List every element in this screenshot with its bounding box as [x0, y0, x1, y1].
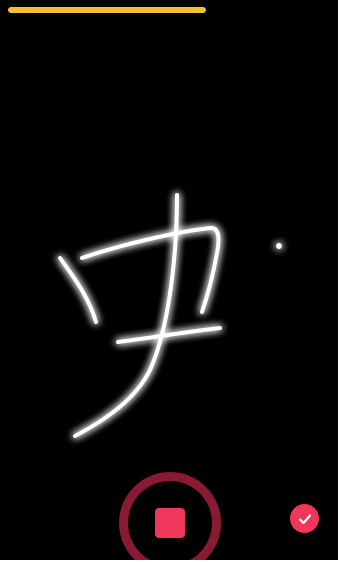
drawing-screen	[0, 0, 338, 560]
confirm-button[interactable]	[290, 504, 319, 533]
stroke-top-bar	[80, 226, 221, 314]
stroke-bottom-bar	[116, 326, 222, 344]
stop-square-icon	[155, 508, 185, 538]
stroke-left-hook	[58, 256, 98, 324]
stroke-vertical	[73, 193, 179, 438]
checkmark-icon	[298, 513, 311, 524]
stroke-dot	[276, 243, 282, 249]
